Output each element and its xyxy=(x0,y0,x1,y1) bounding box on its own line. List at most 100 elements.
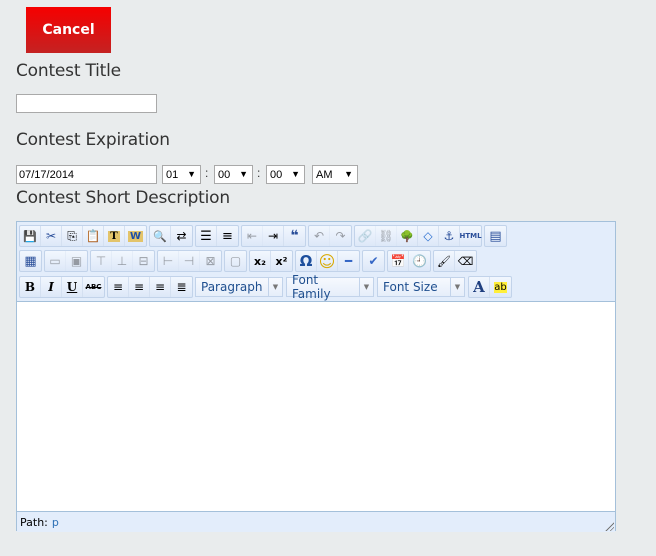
expiration-date-input[interactable] xyxy=(16,165,157,184)
text-color-button[interactable]: A xyxy=(469,277,490,297)
minute-value: 00 xyxy=(218,168,231,181)
align-left-button[interactable]: ≡ xyxy=(108,277,129,297)
spellcheck-button[interactable]: ✔ xyxy=(363,251,384,271)
merge-cells-button[interactable]: ▢ xyxy=(225,251,246,271)
emoticon-button[interactable]: ☺ xyxy=(317,251,338,271)
undo-button[interactable]: ↶ xyxy=(309,226,330,246)
link-button[interactable]: 🔗 xyxy=(355,226,376,246)
find-button[interactable]: 🔍 xyxy=(150,226,171,246)
align-right-button[interactable]: ≡ xyxy=(150,277,171,297)
outdent-button[interactable]: ⇤ xyxy=(242,226,263,246)
insert-date-button[interactable]: 📅 xyxy=(388,251,409,271)
merge-cells-icon: ▢ xyxy=(229,254,242,268)
copy-button[interactable]: ⎘ xyxy=(62,226,83,246)
chevron-down-icon: ▼ xyxy=(450,278,464,296)
cleanup-button[interactable]: 🖌 xyxy=(434,251,455,271)
bold-button[interactable]: B xyxy=(20,277,41,297)
replace-button[interactable]: ⇄ xyxy=(171,226,192,246)
editor-toolbar: 💾 ✂ ⎘ 📋 T W 🔍 ⇄ ☰ ≡ ⇤ ⇥ ❝ ↶ ↷ 🔗 ⛓ 🌳 ◇ ⚓ HTML ▤ ▦ ▭ ▣ ⊤ ⊥ ⊟ ⊢ ⊣ ⊠ ▢ x₂ x²… xyxy=(17,222,615,302)
font-size-dropdown[interactable]: Font Size ▼ xyxy=(377,277,465,297)
save-button[interactable]: 💾 xyxy=(20,226,41,246)
insert-row-before-button[interactable]: ⊤ xyxy=(91,251,112,271)
second-select[interactable]: 00 ▼ xyxy=(266,165,305,184)
path-element-link[interactable]: p xyxy=(52,516,59,529)
highlight-color-button[interactable]: ab xyxy=(490,277,511,297)
toolbar-group: 🖌 ⌫ xyxy=(433,250,477,272)
toolbar-group: ⊢ ⊣ ⊠ xyxy=(157,250,222,272)
chevron-down-icon: ▼ xyxy=(268,278,282,296)
horizontal-rule-button[interactable]: ━ xyxy=(338,251,359,271)
row-props-button[interactable]: ▭ xyxy=(45,251,66,271)
minute-select[interactable]: 00 ▼ xyxy=(214,165,253,184)
subscript-button[interactable]: x₂ xyxy=(250,251,271,271)
numbered-list-button[interactable]: ≡ xyxy=(217,226,238,246)
code-icon: ◇ xyxy=(423,229,433,243)
bullet-list-button[interactable]: ☰ xyxy=(196,226,217,246)
fullscreen-button[interactable]: ▤ xyxy=(485,226,506,246)
paste-text-button[interactable]: T xyxy=(104,226,125,246)
remove-format-button[interactable]: ⌫ xyxy=(455,251,476,271)
align-center-button[interactable]: ≡ xyxy=(129,277,150,297)
highlight-color-icon: ab xyxy=(494,281,507,293)
toolbar-group: ⊤ ⊥ ⊟ xyxy=(90,250,155,272)
blockquote-icon: ❝ xyxy=(290,228,299,244)
strikethrough-button[interactable]: ABC xyxy=(83,277,104,297)
chevron-down-icon: ▼ xyxy=(291,169,300,179)
indent-button[interactable]: ⇥ xyxy=(263,226,284,246)
replace-icon: ⇄ xyxy=(176,229,187,243)
format-dropdown[interactable]: Paragraph ▼ xyxy=(195,277,283,297)
insert-row-after-button[interactable]: ⊥ xyxy=(112,251,133,271)
insert-row-after-icon: ⊥ xyxy=(116,254,128,268)
paste-button[interactable]: 📋 xyxy=(83,226,104,246)
cancel-button[interactable]: Cancel xyxy=(26,7,111,53)
redo-button[interactable]: ↷ xyxy=(330,226,351,246)
align-left-icon: ≡ xyxy=(112,280,124,294)
insert-col-before-button[interactable]: ⊢ xyxy=(158,251,179,271)
insert-col-after-button[interactable]: ⊣ xyxy=(179,251,200,271)
ampm-select[interactable]: AM ▼ xyxy=(312,165,358,184)
toolbar-group: ▭ ▣ xyxy=(44,250,88,272)
italic-button[interactable]: I xyxy=(41,277,62,297)
blockquote-button[interactable]: ❝ xyxy=(284,226,305,246)
unlink-button[interactable]: ⛓ xyxy=(376,226,397,246)
spellcheck-icon: ✔ xyxy=(368,254,379,268)
bold-icon: B xyxy=(24,280,36,294)
paste-word-button[interactable]: W xyxy=(125,226,146,246)
html-icon: HTML xyxy=(459,232,482,240)
toolbar-group: Ω ☺ ━ xyxy=(295,250,360,272)
copy-icon: ⎘ xyxy=(67,228,77,243)
fullscreen-icon: ▤ xyxy=(489,228,502,244)
table-button[interactable]: ▦ xyxy=(20,251,41,271)
editor-content-area[interactable] xyxy=(17,302,615,511)
hour-select[interactable]: 01 ▼ xyxy=(162,165,201,184)
cut-button[interactable]: ✂ xyxy=(41,226,62,246)
image-button[interactable]: 🌳 xyxy=(397,226,418,246)
underline-button[interactable]: U xyxy=(62,277,83,297)
contest-expiration-label: Contest Expiration xyxy=(16,130,170,150)
html-button[interactable]: HTML xyxy=(459,226,482,246)
delete-row-button[interactable]: ⊟ xyxy=(133,251,154,271)
paste-word-icon: W xyxy=(127,230,144,242)
toolbar-group: ▤ xyxy=(484,225,507,247)
insert-time-button[interactable]: 🕘 xyxy=(409,251,430,271)
time-separator: : xyxy=(257,166,261,180)
toolbar-group: ✔ xyxy=(362,250,385,272)
special-char-button[interactable]: Ω xyxy=(296,251,317,271)
delete-col-button[interactable]: ⊠ xyxy=(200,251,221,271)
code-button[interactable]: ◇ xyxy=(418,226,439,246)
toolbar-row-2: ▦ ▭ ▣ ⊤ ⊥ ⊟ ⊢ ⊣ ⊠ ▢ x₂ x² Ω ☺ ━ ✔ 📅 🕘 🖌 ⌫ xyxy=(19,249,479,273)
cell-props-icon: ▣ xyxy=(70,254,83,268)
toolbar-group: x₂ x² xyxy=(249,250,293,272)
align-justify-button[interactable]: ≣ xyxy=(171,277,192,297)
font-family-dropdown[interactable]: Font Family ▼ xyxy=(286,273,374,301)
row-props-icon: ▭ xyxy=(49,254,61,268)
path-label: Path: xyxy=(20,515,48,529)
superscript-button[interactable]: x² xyxy=(271,251,292,271)
resize-handle-icon[interactable] xyxy=(604,521,614,531)
toolbar-group: ☰ ≡ xyxy=(195,225,239,247)
toolbar-group: 🔍 ⇄ xyxy=(149,225,193,247)
contest-title-input[interactable] xyxy=(16,94,157,113)
anchor-button[interactable]: ⚓ xyxy=(439,226,460,246)
cell-props-button[interactable]: ▣ xyxy=(66,251,87,271)
insert-time-icon: 🕘 xyxy=(412,254,427,268)
